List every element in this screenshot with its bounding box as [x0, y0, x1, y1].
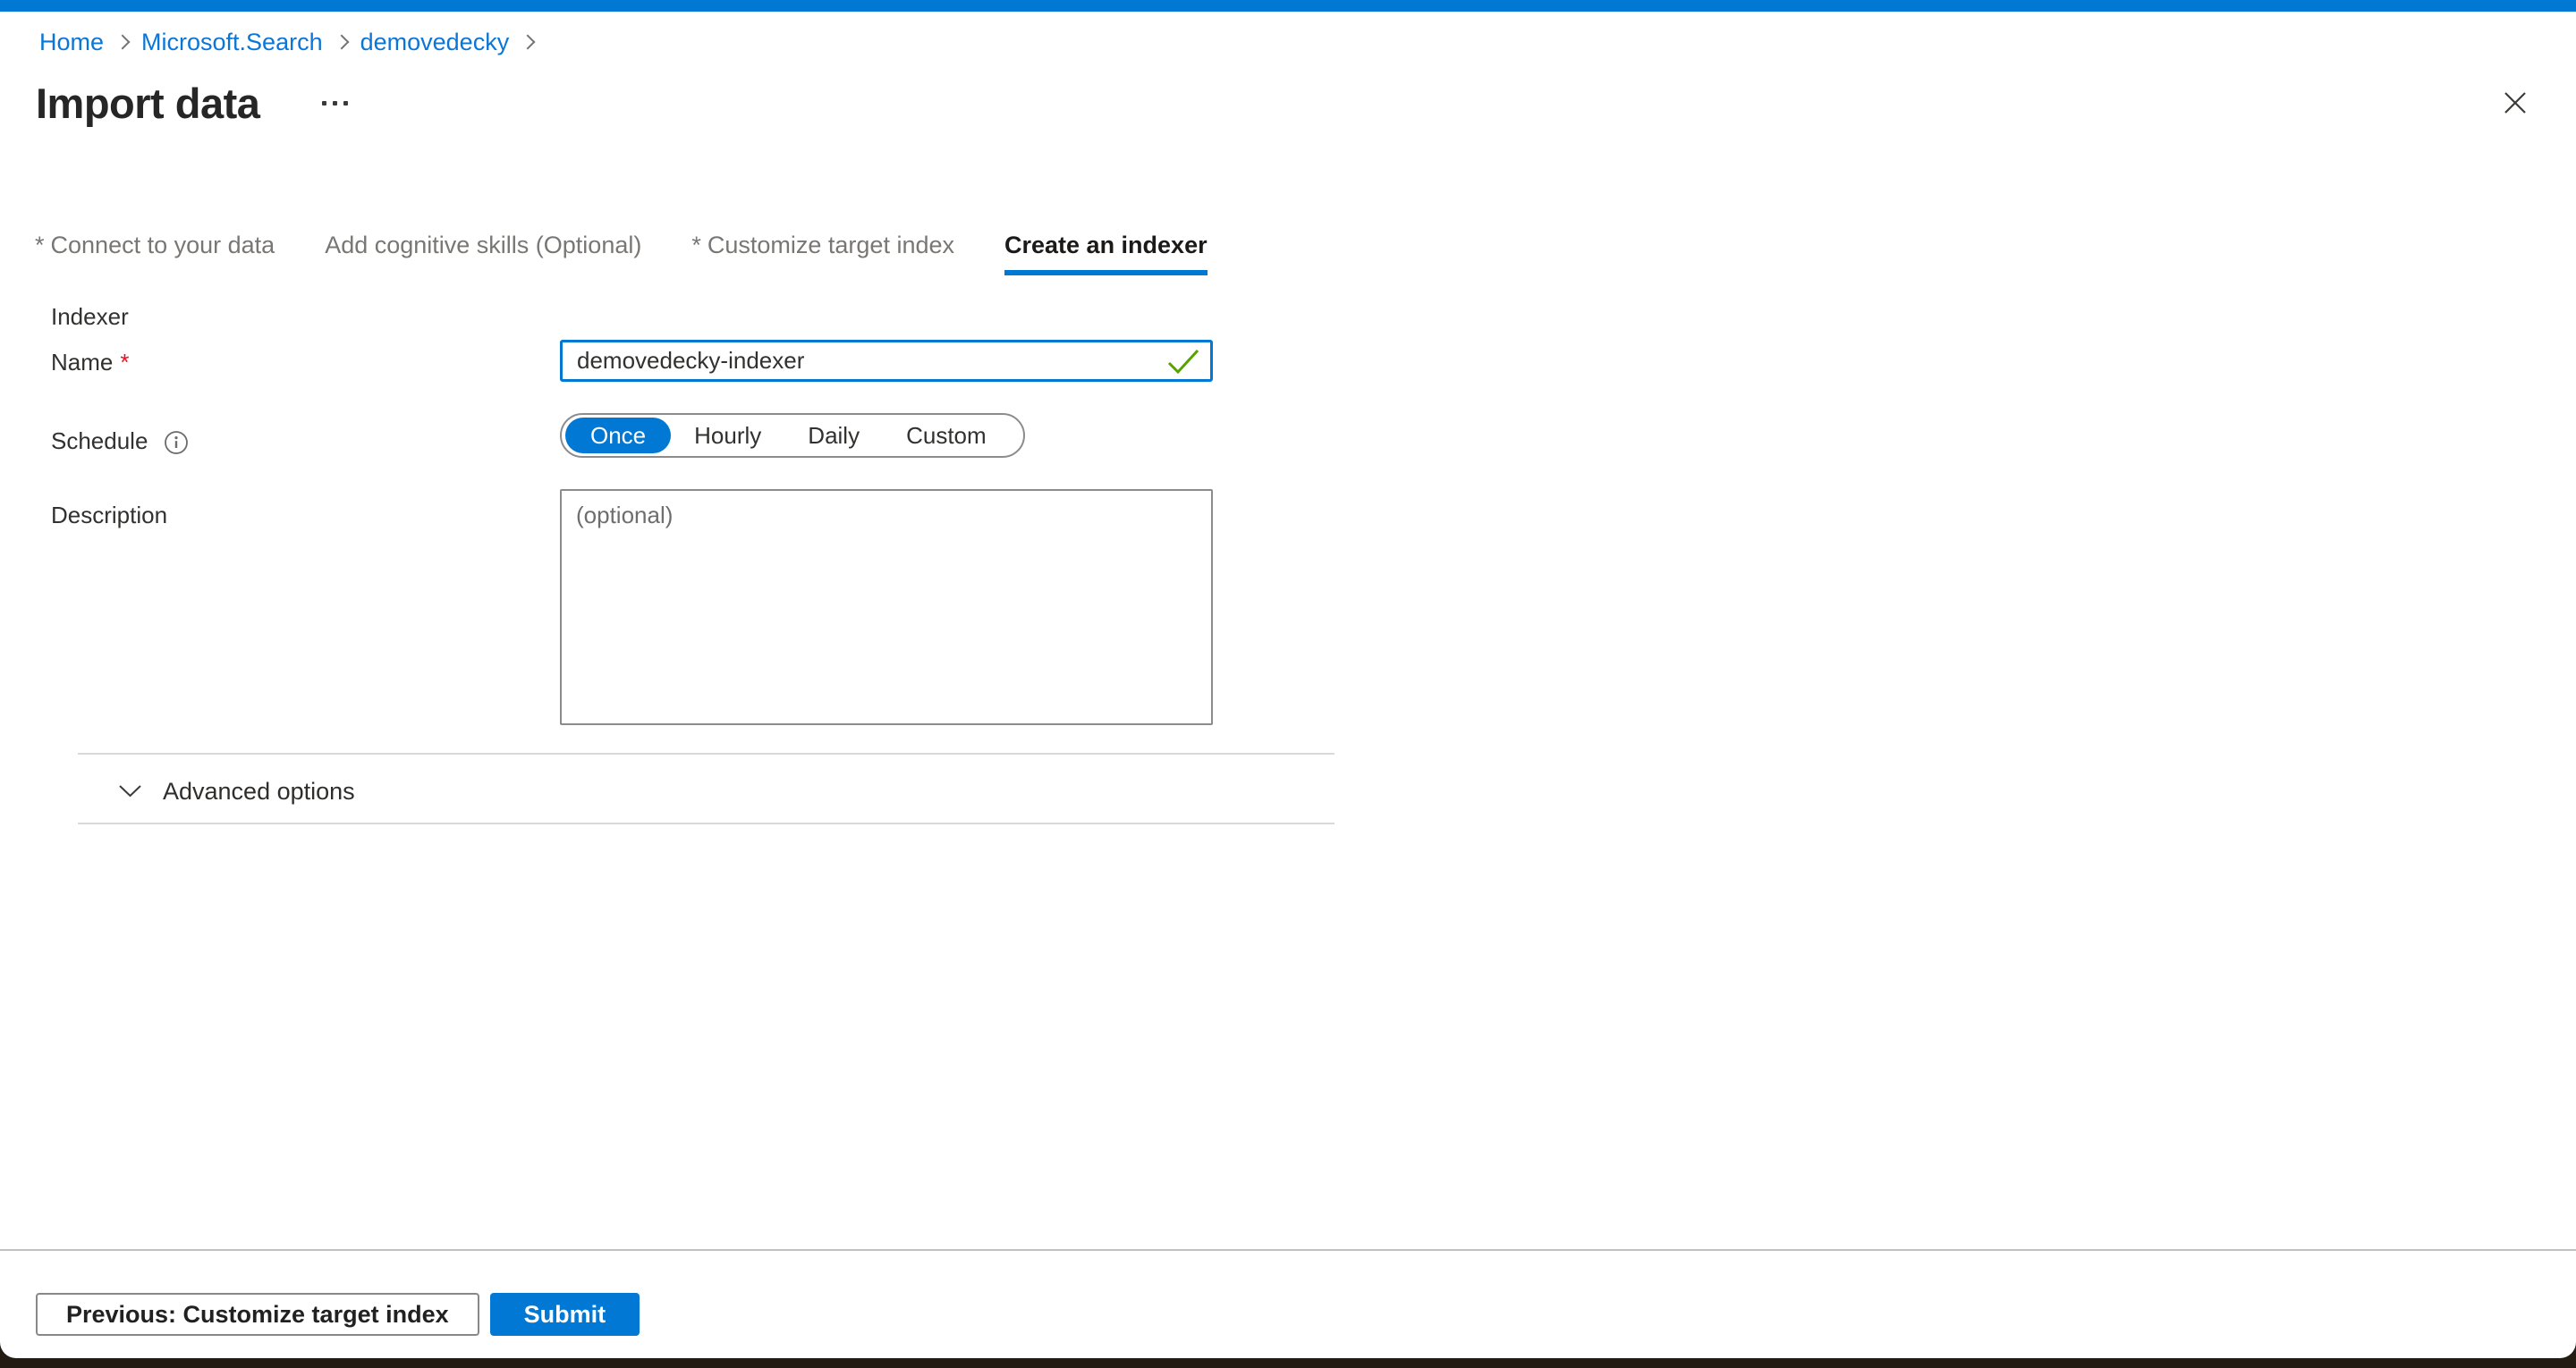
name-field-row: Name *: [51, 340, 2576, 382]
schedule-option-once[interactable]: Once: [565, 418, 671, 453]
indexer-form: Indexer Name * Schedule: [51, 303, 2576, 824]
import-data-panel: Home Microsoft.Search demovedecky Import…: [0, 0, 2576, 1358]
ellipsis-horizontal-icon: [333, 101, 337, 106]
ellipsis-horizontal-icon: [322, 101, 326, 106]
desktop-background: Home Microsoft.Search demovedecky Import…: [0, 0, 2576, 1368]
required-marker: *: [35, 232, 45, 258]
label-text: Schedule: [51, 427, 148, 455]
label-text: Name: [51, 349, 113, 376]
tab-add-cognitive-skills[interactable]: Add cognitive skills (Optional): [325, 232, 641, 275]
indexer-name-input[interactable]: [560, 340, 1213, 382]
required-marker: *: [691, 232, 701, 258]
footer-actions: Previous: Customize target index Submit: [36, 1293, 640, 1336]
wizard-tabs: *Connect to your data Add cognitive skil…: [35, 232, 2576, 275]
tab-create-an-indexer[interactable]: Create an indexer: [1004, 232, 1208, 275]
section-label-indexer: Indexer: [51, 303, 2576, 330]
breadcrumb: Home Microsoft.Search demovedecky: [39, 28, 2576, 56]
info-icon[interactable]: [164, 430, 189, 455]
name-field-label: Name *: [51, 340, 560, 382]
breadcrumb-link-home[interactable]: Home: [39, 29, 104, 56]
section-divider: [78, 823, 1335, 824]
schedule-field-label: Schedule: [51, 413, 560, 458]
breadcrumb-link-demovedecky[interactable]: demovedecky: [360, 29, 510, 56]
chevron-down-icon: [118, 784, 142, 798]
chevron-right-icon: [115, 35, 131, 50]
section-divider: [78, 753, 1335, 755]
checkmark-icon: [1166, 348, 1200, 375]
tab-connect-to-your-data[interactable]: *Connect to your data: [35, 232, 275, 275]
description-field-row: Description: [51, 489, 2576, 725]
submit-button[interactable]: Submit: [490, 1293, 640, 1336]
tab-label: Connect to your data: [51, 232, 275, 258]
chevron-right-icon: [334, 35, 349, 50]
schedule-option-hourly[interactable]: Hourly: [671, 418, 784, 453]
close-button[interactable]: [2499, 87, 2531, 119]
label-text: Description: [51, 502, 167, 529]
more-options-button[interactable]: [317, 92, 353, 114]
footer-divider: [0, 1249, 2576, 1251]
tab-customize-target-index[interactable]: * Customize target index: [691, 232, 954, 275]
breadcrumb-link-microsoft-search[interactable]: Microsoft.Search: [141, 29, 323, 56]
schedule-segmented-control: Once Hourly Daily Custom: [560, 413, 1025, 458]
page-header: Import data: [36, 80, 2576, 126]
schedule-field-row: Schedule Once Hourly Daily Custom: [51, 413, 2576, 458]
schedule-option-custom[interactable]: Custom: [883, 418, 1010, 453]
required-marker: *: [120, 349, 129, 376]
page-title: Import data: [36, 79, 259, 128]
tab-label: Create an indexer: [1004, 232, 1208, 258]
description-textarea[interactable]: [560, 489, 1213, 725]
previous-button[interactable]: Previous: Customize target index: [36, 1293, 479, 1336]
tab-label: Customize target index: [708, 232, 954, 258]
description-field-label: Description: [51, 489, 560, 725]
chevron-right-icon: [521, 35, 536, 50]
advanced-options-label: Advanced options: [163, 778, 355, 806]
tab-label: Add cognitive skills (Optional): [325, 232, 641, 258]
ellipsis-horizontal-icon: [343, 101, 348, 106]
advanced-options-toggle[interactable]: Advanced options: [118, 776, 2576, 806]
name-input-wrapper: [560, 340, 1213, 382]
accent-topbar: [0, 0, 2576, 12]
schedule-option-daily[interactable]: Daily: [784, 418, 883, 453]
close-icon: [2501, 89, 2529, 117]
